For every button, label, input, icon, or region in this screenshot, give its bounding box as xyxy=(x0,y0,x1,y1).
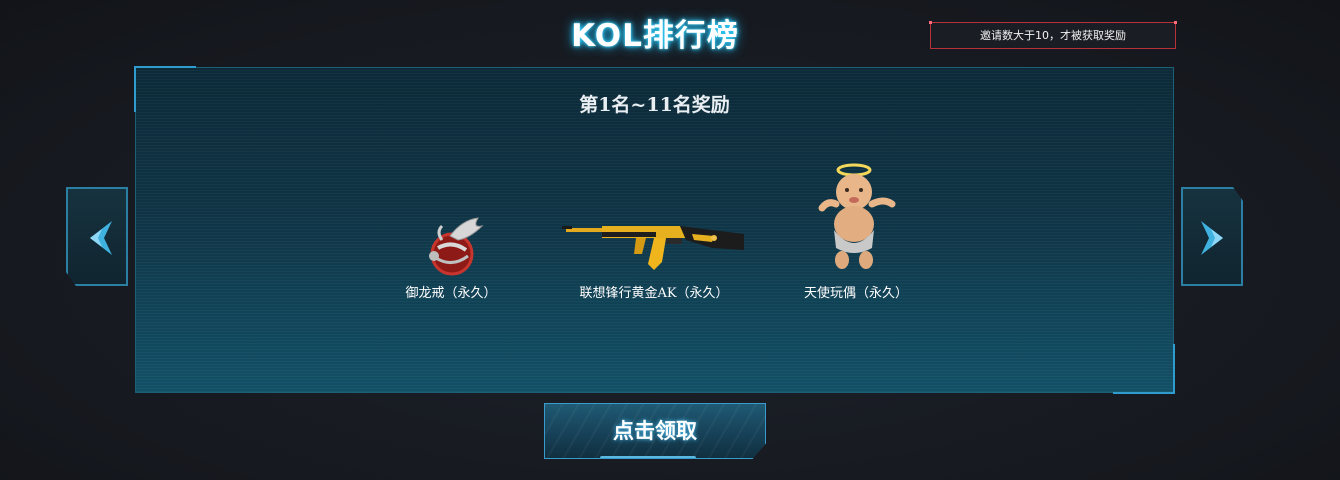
rewards-panel: 第1名~11名奖励 御龙戒（永久） 联想锋行黄金AK（永久） 天使玩偶（永久） xyxy=(134,66,1175,394)
reward-screen: KOL排行榜 邀请数大于10，才被获取奖励 第1名~11名奖励 御龙戒（永久） … xyxy=(0,0,1340,480)
invite-requirement-notice: 邀请数大于10，才被获取奖励 xyxy=(929,21,1177,49)
reward-name: 天使玩偶（永久） xyxy=(803,286,908,301)
chevron-right-icon xyxy=(1201,221,1223,255)
golden-ak-rifle-icon xyxy=(562,226,744,270)
reward-item[interactable]: 联想锋行黄金AK（永久） xyxy=(562,158,744,301)
button-underline-decoration xyxy=(600,456,696,460)
dragon-ring-icon xyxy=(429,217,484,276)
chevron-left-icon xyxy=(90,221,112,255)
page-title: KOL排行榜 xyxy=(571,18,739,54)
prev-page-button[interactable] xyxy=(66,187,128,286)
next-page-button[interactable] xyxy=(1181,187,1243,286)
reward-item[interactable]: 天使玩偶（永久） xyxy=(804,158,908,301)
reward-item[interactable]: 御龙戒（永久） xyxy=(405,158,497,301)
panel-corner-decoration xyxy=(1113,344,1175,394)
rewards-rank-heading: 第1名~11名奖励 xyxy=(579,94,730,116)
angel-doll-icon xyxy=(818,163,896,269)
claim-reward-button[interactable]: 点击领取 xyxy=(544,403,766,459)
